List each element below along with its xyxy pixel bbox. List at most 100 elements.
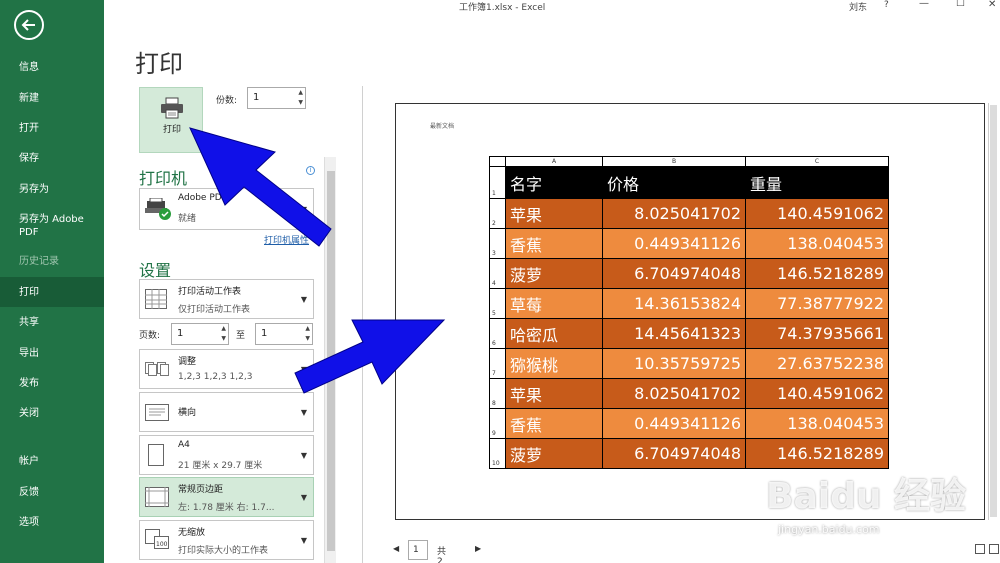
help-button[interactable]: ? <box>884 0 889 10</box>
column-header: A <box>505 156 603 167</box>
to-label: 至 <box>236 331 246 341</box>
margins-select[interactable]: 常规页边距 左: 1.78 厘米 右: 1.7... ▼ <box>139 477 314 517</box>
name-cell: 菠萝 <box>505 258 603 289</box>
page-to-value: 1 <box>261 328 268 339</box>
scrollbar-thumb[interactable] <box>327 171 335 551</box>
zoom-to-page-icon[interactable] <box>989 544 999 554</box>
row-number: 7 <box>489 348 506 379</box>
next-page-icon[interactable]: ▶ <box>475 544 481 553</box>
sidebar-item-options[interactable]: 选项 <box>0 516 104 529</box>
spin-down-icon[interactable]: ▼ <box>305 336 310 342</box>
sidebar-item-save-as-pdf[interactable]: 另存为 Adobe PDF <box>0 213 90 239</box>
page-to-stepper[interactable]: 1 ▲ ▼ <box>255 323 313 345</box>
sidebar-item-export[interactable]: 导出 <box>0 347 104 360</box>
pages-label: 页数: <box>139 331 161 341</box>
sidebar-item-save-as[interactable]: 另存为 <box>0 183 104 196</box>
user-name[interactable]: 刘东 <box>849 0 867 13</box>
back-arrow-icon[interactable] <box>14 10 44 40</box>
paper-size-sub: 21 厘米 x 29.7 厘米 <box>178 461 263 471</box>
table-row: 9 香蕉 0.449341126 138.040453 <box>489 408 889 439</box>
table-row: 7 猕猴桃 10.35759725 27.63752238 <box>489 348 889 379</box>
scrollbar-thumb[interactable] <box>990 105 997 517</box>
page-title: 打印 <box>135 50 183 78</box>
sidebar-item-close[interactable]: 关闭 <box>0 407 104 420</box>
spin-up-icon[interactable]: ▲ <box>298 90 303 96</box>
show-margins-icon[interactable] <box>975 544 985 554</box>
page-total-label: 共 2 页 <box>437 547 447 563</box>
dropdown-arrow-icon: ▼ <box>300 451 307 460</box>
name-cell: 苹果 <box>505 378 603 409</box>
price-cell: 14.45641323 <box>602 318 746 349</box>
spin-up-icon[interactable]: ▲ <box>305 326 310 332</box>
settings-scrollbar[interactable] <box>324 157 336 563</box>
sidebar-item-print[interactable]: 打印 <box>0 277 104 307</box>
preview-sheet-table: A B C 1 名字 价格 重量 2 苹果 8.025041702 140.45… <box>489 156 889 469</box>
orientation-title: 横向 <box>178 408 197 418</box>
sidebar-item-history: 历史记录 <box>19 256 59 267</box>
sidebar-item-publish[interactable]: 发布 <box>0 377 104 390</box>
preview-scrollbar[interactable] <box>988 103 998 520</box>
row-number: 10 <box>489 438 506 469</box>
paper-icon <box>148 444 164 466</box>
printer-select[interactable]: Adobe PDF 就绪 ▼ <box>139 188 314 230</box>
weight-cell: 27.63752238 <box>745 348 889 379</box>
table-row: 8 苹果 8.025041702 140.4591062 <box>489 378 889 409</box>
header-cell: 价格 <box>602 166 746 199</box>
row-number: 1 <box>489 166 506 199</box>
print-button[interactable]: 打印 <box>139 87 203 153</box>
table-row: 6 哈密瓜 14.45641323 74.37935661 <box>489 318 889 349</box>
sidebar-item-share[interactable]: 共享 <box>0 316 104 329</box>
print-scope-select[interactable]: 打印活动工作表 仅打印活动工作表 ▼ <box>139 279 314 319</box>
corner-cell <box>489 156 506 167</box>
column-header: C <box>745 156 889 167</box>
info-icon[interactable]: i <box>306 166 315 175</box>
orientation-select[interactable]: 横向 ▼ <box>139 392 314 432</box>
sidebar-item-info[interactable]: 信息 <box>0 61 104 74</box>
current-page-input[interactable]: 1 <box>408 540 428 560</box>
minimize-button[interactable]: — <box>919 0 929 9</box>
close-button[interactable]: ✕ <box>988 0 996 10</box>
copies-value: 1 <box>253 92 260 103</box>
window-title: 工作簿1.xlsx - Excel <box>459 3 546 13</box>
printer-name: Adobe PDF <box>178 193 227 203</box>
sidebar-item-account[interactable]: 帐户 <box>0 455 104 468</box>
copies-stepper[interactable]: 1 ▲ ▼ <box>247 87 306 109</box>
name-cell: 菠萝 <box>505 438 603 469</box>
collate-sub: 1,2,3 1,2,3 1,2,3 <box>178 372 253 382</box>
sidebar-item-open[interactable]: 打开 <box>0 122 104 135</box>
price-cell: 14.36153824 <box>602 288 746 319</box>
page-from-stepper[interactable]: 1 ▲ ▼ <box>171 323 229 345</box>
panel-divider <box>362 86 363 563</box>
dropdown-arrow-icon: ▼ <box>300 365 307 374</box>
price-cell: 6.704974048 <box>602 438 746 469</box>
no-scaling-icon: 100 <box>145 529 169 549</box>
dropdown-arrow-icon: ▼ <box>300 493 307 502</box>
scaling-sub: 打印实际大小的工作表 <box>178 546 269 556</box>
header-cell: 重量 <box>745 166 889 199</box>
collate-select[interactable]: 调整 1,2,3 1,2,3 1,2,3 ▼ <box>139 349 314 389</box>
name-cell: 香蕉 <box>505 228 603 259</box>
maximize-button[interactable]: ☐ <box>956 0 965 9</box>
printer-properties-link[interactable]: 打印机属性 <box>264 233 309 246</box>
sidebar-item-new[interactable]: 新建 <box>0 92 104 105</box>
printer-icon <box>161 97 183 119</box>
settings-section-title: 设置 <box>139 261 172 280</box>
weight-cell: 138.040453 <box>745 228 889 259</box>
sidebar-item-save[interactable]: 保存 <box>0 152 104 165</box>
row-number: 8 <box>489 378 506 409</box>
sidebar-item-feedback[interactable]: 反馈 <box>0 486 104 499</box>
svg-text:100: 100 <box>156 541 168 548</box>
previous-page-icon[interactable]: ◀ <box>393 544 399 553</box>
printer-section-title: 打印机 <box>139 169 188 188</box>
spin-up-icon[interactable]: ▲ <box>221 326 226 332</box>
weight-cell: 140.4591062 <box>745 198 889 229</box>
title-bar: 工作簿1.xlsx - Excel 刘东 ? — ☐ ✕ <box>104 0 1000 14</box>
row-number: 4 <box>489 258 506 289</box>
spin-down-icon[interactable]: ▼ <box>298 100 303 106</box>
copies-label: 份数: <box>216 96 238 106</box>
spin-down-icon[interactable]: ▼ <box>221 336 226 342</box>
name-cell: 苹果 <box>505 198 603 229</box>
paper-size-select[interactable]: A4 21 厘米 x 29.7 厘米 ▼ <box>139 435 314 475</box>
table-row: 2 苹果 8.025041702 140.4591062 <box>489 198 889 229</box>
scaling-select[interactable]: 100 无缩放 打印实际大小的工作表 ▼ <box>139 520 314 560</box>
